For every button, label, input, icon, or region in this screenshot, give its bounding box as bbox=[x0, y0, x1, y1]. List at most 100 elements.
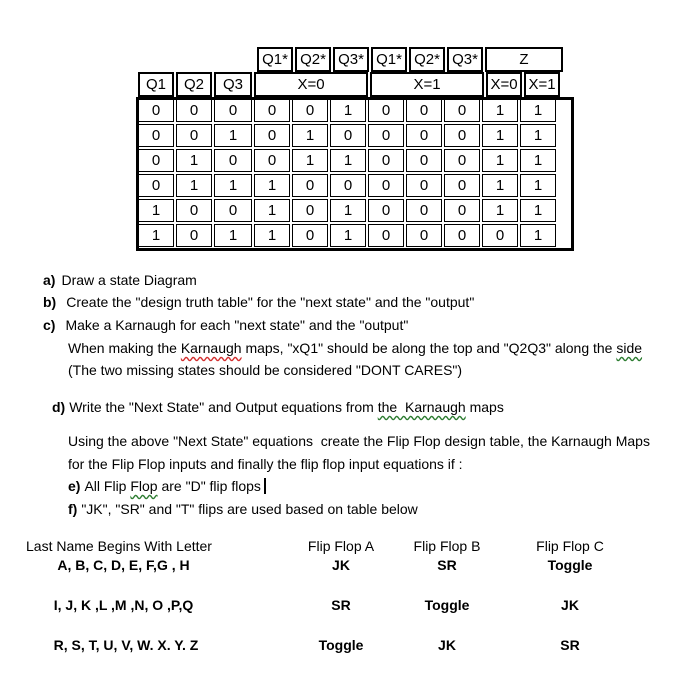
table-cell: 0 bbox=[444, 174, 480, 197]
table-cell: 0 bbox=[406, 224, 442, 247]
lookup-header-ff-a: Flip Flop A bbox=[307, 538, 375, 554]
table-cell: 0 bbox=[368, 124, 404, 147]
table-cell: 0 bbox=[444, 99, 480, 122]
lookup-row-ff-c: JK bbox=[561, 597, 579, 613]
item-text: are "D" flip flops bbox=[157, 478, 261, 494]
lookup-row-ff-b: Toggle bbox=[424, 597, 470, 613]
table-cell: 1 bbox=[292, 149, 328, 172]
table-cell: 0 bbox=[444, 124, 480, 147]
header-cell: Q2* bbox=[295, 47, 331, 72]
header-cell: Q2* bbox=[409, 47, 445, 72]
header-cell-q2: Q2 bbox=[176, 72, 212, 97]
item-text: Make a Karnaugh for each "next state" an… bbox=[65, 317, 409, 333]
item-text: Draw a state Diagram bbox=[61, 272, 197, 288]
table-cell: 0 bbox=[214, 99, 252, 122]
table-cell: 0 bbox=[330, 124, 366, 147]
table-row: 10010100011 bbox=[138, 199, 558, 222]
table-cell: 0 bbox=[254, 124, 290, 147]
table-cell: 0 bbox=[176, 124, 212, 147]
item-text: Write the "Next State" and Output equati… bbox=[69, 399, 378, 415]
instruction-c-dontcares: (The two missing states should be consid… bbox=[68, 362, 462, 378]
table-cell: 1 bbox=[254, 199, 290, 222]
lookup-row-ff-b: SR bbox=[437, 557, 457, 573]
instruction-a: a) Draw a state Diagram bbox=[43, 272, 197, 288]
table-cell: 0 bbox=[368, 224, 404, 247]
table-cell: 1 bbox=[292, 124, 328, 147]
table-cell: 0 bbox=[254, 149, 290, 172]
instruction-c: c) Make a Karnaugh for each "next state" … bbox=[43, 317, 408, 333]
header-cell-x0: X=0 bbox=[254, 72, 368, 97]
lookup-row-ff-a: SR bbox=[331, 597, 351, 613]
table-cell: 1 bbox=[254, 174, 290, 197]
table-cell: 1 bbox=[482, 199, 518, 222]
table-cell: 1 bbox=[214, 174, 252, 197]
grammar-word: Flop bbox=[130, 478, 158, 494]
table-cell: 1 bbox=[330, 199, 366, 222]
grammar-word: the Karnaugh bbox=[377, 399, 466, 415]
lookup-row-ff-b: JK bbox=[438, 637, 456, 653]
table-cell: 1 bbox=[520, 174, 556, 197]
instruction-d: d) Write the "Next State" and Output equa… bbox=[52, 399, 504, 415]
table-cell: 0 bbox=[406, 149, 442, 172]
table-row: 00000100011 bbox=[138, 99, 558, 122]
table-cell: 1 bbox=[176, 174, 212, 197]
spellcheck-word: Karnaugh bbox=[180, 340, 242, 356]
table-cell: 1 bbox=[330, 224, 366, 247]
header-cell-q3: Q3 bbox=[214, 72, 252, 97]
table-cell: 0 bbox=[406, 99, 442, 122]
item-label: e) bbox=[68, 478, 81, 494]
table-cell: 1 bbox=[520, 99, 556, 122]
lookup-row-ff-c: SR bbox=[560, 637, 580, 653]
text-cursor bbox=[263, 478, 266, 494]
table-cell: 0 bbox=[406, 199, 442, 222]
table-cell: 1 bbox=[254, 224, 290, 247]
table-cell: 0 bbox=[292, 199, 328, 222]
table-cell: 0 bbox=[138, 124, 174, 147]
table-cell: 0 bbox=[368, 149, 404, 172]
table-row: 01110000011 bbox=[138, 174, 558, 197]
header-cell: Q1* bbox=[257, 47, 293, 72]
table-cell: 0 bbox=[368, 199, 404, 222]
table-row: 01001100011 bbox=[138, 149, 558, 172]
table-cell: 0 bbox=[368, 99, 404, 122]
table-cell: 0 bbox=[138, 149, 174, 172]
lookup-row-letters: R, S, T, U, V, W. X. Y. Z bbox=[53, 637, 199, 653]
lookup-row-ff-a: JK bbox=[332, 557, 350, 573]
header-cell: Q1* bbox=[371, 47, 407, 72]
table-cell: 1 bbox=[330, 149, 366, 172]
item-text: maps bbox=[465, 399, 504, 415]
item-label: f) bbox=[68, 501, 78, 517]
table-cell: 0 bbox=[176, 99, 212, 122]
header-cell-z: Z bbox=[485, 47, 563, 72]
lookup-row-letters: I, J, K ,L ,M ,N, O ,P,Q bbox=[53, 597, 194, 613]
item-label: c) bbox=[43, 317, 56, 333]
table-cell: 1 bbox=[214, 224, 252, 247]
input-header-row: Q1 Q2 Q3 X=0 X=1 X=0 X=1 bbox=[138, 72, 562, 97]
item-text: Create the "design truth table" for the … bbox=[66, 294, 475, 310]
header-cell-z-x0: X=0 bbox=[486, 72, 522, 97]
header-cell: Q3* bbox=[333, 47, 369, 72]
table-cell: 0 bbox=[406, 124, 442, 147]
table-cell: 1 bbox=[482, 174, 518, 197]
table-cell: 0 bbox=[444, 199, 480, 222]
table-cell: 1 bbox=[482, 149, 518, 172]
instruction-f: f) "JK", "SR" and "T" flips are used base… bbox=[68, 501, 418, 517]
header-cell-z-x1: X=1 bbox=[524, 72, 560, 97]
header-cell-x1: X=1 bbox=[370, 72, 484, 97]
table-cell: 0 bbox=[292, 224, 328, 247]
header-cell-q1: Q1 bbox=[138, 72, 174, 97]
table-cell: 1 bbox=[214, 124, 252, 147]
lookup-row-ff-a: Toggle bbox=[318, 637, 364, 653]
table-cell: 1 bbox=[138, 224, 174, 247]
table-cell: 0 bbox=[254, 99, 290, 122]
lookup-header-letter: Last Name Begins With Letter bbox=[26, 538, 212, 554]
table-cell: 1 bbox=[482, 99, 518, 122]
table-cell: 0 bbox=[176, 199, 212, 222]
table-cell: 1 bbox=[520, 124, 556, 147]
table-cell: 1 bbox=[482, 124, 518, 147]
table-row: 00101000011 bbox=[138, 124, 558, 147]
table-cell: 0 bbox=[368, 174, 404, 197]
lookup-header-ff-b: Flip Flop B bbox=[413, 538, 481, 554]
table-cell: 0 bbox=[214, 199, 252, 222]
lookup-header-ff-c: Flip Flop C bbox=[536, 538, 604, 554]
